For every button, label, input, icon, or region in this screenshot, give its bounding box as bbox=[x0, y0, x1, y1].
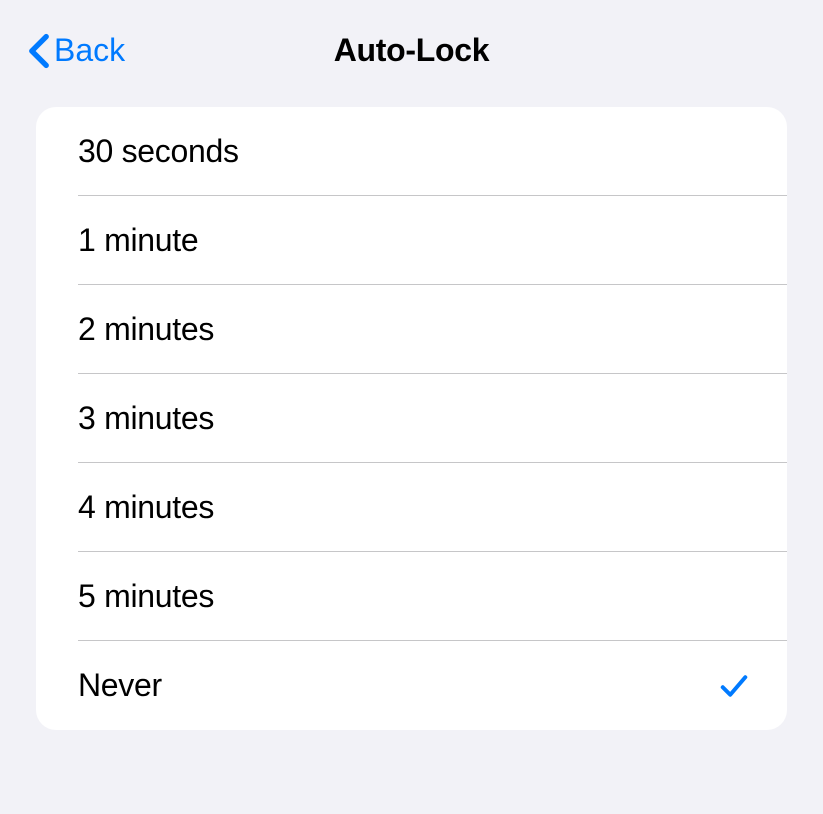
option-label: 2 minutes bbox=[78, 311, 214, 348]
back-label: Back bbox=[54, 32, 125, 69]
option-5-minutes[interactable]: 5 minutes bbox=[36, 552, 787, 641]
options-list: 30 seconds 1 minute 2 minutes 3 minutes bbox=[36, 107, 787, 730]
header-bar: Back Auto-Lock bbox=[0, 0, 823, 107]
option-label: 4 minutes bbox=[78, 489, 214, 526]
option-4-minutes[interactable]: 4 minutes bbox=[36, 463, 787, 552]
checkmark-icon bbox=[719, 671, 749, 701]
option-label: 1 minute bbox=[78, 222, 198, 259]
page-title: Auto-Lock bbox=[334, 32, 490, 69]
chevron-left-icon bbox=[28, 33, 50, 69]
option-30-seconds[interactable]: 30 seconds bbox=[36, 107, 787, 196]
option-label: 30 seconds bbox=[78, 133, 239, 170]
option-label: Never bbox=[78, 667, 162, 704]
option-1-minute[interactable]: 1 minute bbox=[36, 196, 787, 285]
option-3-minutes[interactable]: 3 minutes bbox=[36, 374, 787, 463]
option-2-minutes[interactable]: 2 minutes bbox=[36, 285, 787, 374]
back-button[interactable]: Back bbox=[28, 32, 125, 69]
option-label: 5 minutes bbox=[78, 578, 214, 615]
option-never[interactable]: Never bbox=[36, 641, 787, 730]
option-label: 3 minutes bbox=[78, 400, 214, 437]
